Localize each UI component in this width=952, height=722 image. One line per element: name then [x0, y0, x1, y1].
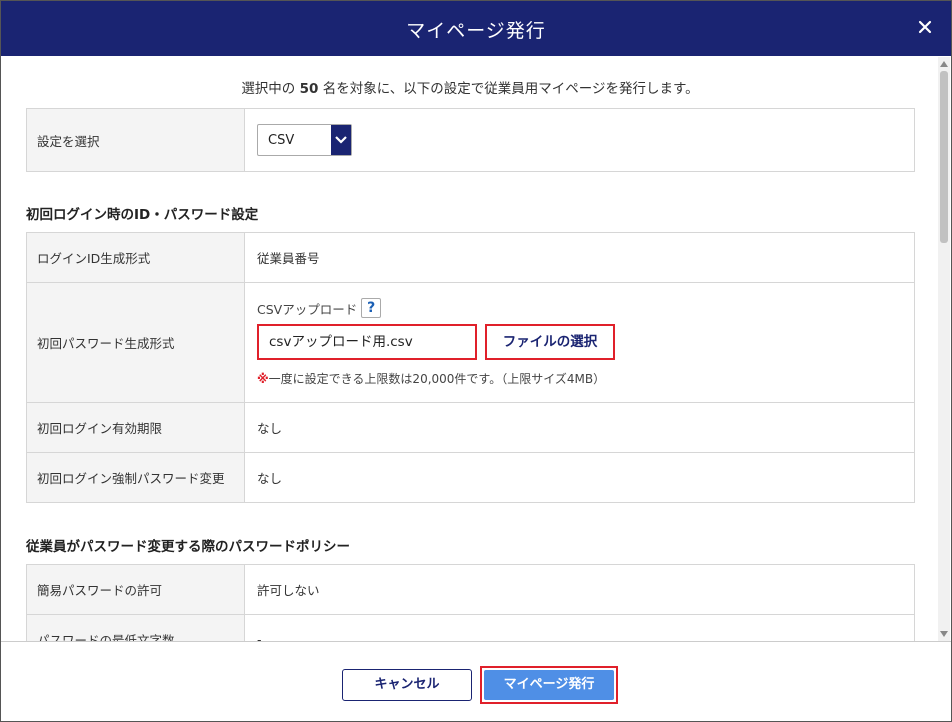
- scrollbar-thumb[interactable]: [940, 71, 948, 243]
- simple-password-value: 許可しない: [244, 564, 915, 615]
- settings-value-cell: CSV: [244, 108, 915, 172]
- selected-count: 50: [299, 81, 319, 97]
- login-id-label: ログインID生成形式: [26, 232, 245, 283]
- help-icon[interactable]: ?: [361, 298, 382, 318]
- expiry-value: なし: [244, 402, 915, 453]
- dialog-footer: キャンセル マイページ発行: [1, 641, 951, 721]
- password-format-cell: CSVアップロード? csvアップロード用.csv ファイルの選択 ※一度に設定で…: [244, 282, 915, 403]
- dialog-content[interactable]: 選択中の 50 名を対象に、以下の設定で従業員用マイページを発行します。 設定を…: [1, 57, 939, 641]
- settings-select-value: CSV: [268, 133, 295, 148]
- login-settings-table: ログインID生成形式 従業員番号 初回パスワード生成形式 CSVアップロード? …: [26, 232, 915, 503]
- upload-note: ※一度に設定できる上限数は20,000件です。（上限サイズ4MB）: [257, 370, 914, 387]
- settings-select[interactable]: CSV: [257, 124, 352, 156]
- dialog-titlebar: マイページ発行: [1, 1, 951, 56]
- policy-table: 簡易パスワードの許可 許可しない パスワードの最低文字数 -: [26, 564, 915, 641]
- intro-suffix: 名を対象に、以下の設定で従業員用マイページを発行します。: [322, 81, 699, 97]
- simple-password-label: 簡易パスワードの許可: [26, 564, 245, 615]
- settings-label: 設定を選択: [26, 108, 245, 172]
- expiry-label: 初回ログイン有効期限: [26, 402, 245, 453]
- file-select-button[interactable]: ファイルの選択: [485, 324, 615, 360]
- vertical-scrollbar[interactable]: [938, 57, 950, 641]
- note-mark: ※: [257, 372, 269, 386]
- issue-mypage-button-label: マイページ発行: [484, 670, 614, 700]
- table-row: 初回ログイン強制パスワード変更 なし: [26, 452, 915, 503]
- csv-upload-label: CSVアップロード: [257, 301, 358, 317]
- scroll-up-icon[interactable]: [940, 61, 948, 67]
- note-text: 一度に設定できる上限数は20,000件です。（上限サイズ4MB）: [268, 372, 606, 386]
- table-row: 初回ログイン有効期限 なし: [26, 402, 915, 453]
- password-format-label: 初回パスワード生成形式: [26, 282, 245, 403]
- login-section-heading: 初回ログイン時のID・パスワード設定: [26, 207, 259, 223]
- table-row: 初回パスワード生成形式 CSVアップロード? csvアップロード用.csv ファイ…: [26, 282, 915, 403]
- intro-prefix: 選択中の: [241, 81, 296, 97]
- close-icon[interactable]: [913, 15, 937, 39]
- file-name-field[interactable]: csvアップロード用.csv: [257, 324, 477, 360]
- issue-mypage-button[interactable]: マイページ発行: [480, 666, 618, 704]
- table-row: ログインID生成形式 従業員番号: [26, 232, 915, 283]
- force-change-value: なし: [244, 452, 915, 503]
- table-row: 設定を選択 CSV: [26, 108, 915, 172]
- login-id-value: 従業員番号: [244, 232, 915, 283]
- force-change-label: 初回ログイン強制パスワード変更: [26, 452, 245, 503]
- table-row: パスワードの最低文字数 -: [26, 614, 915, 641]
- policy-section-heading: 従業員がパスワード変更する際のパスワードポリシー: [26, 539, 350, 555]
- mypage-issue-dialog: マイページ発行 選択中の 50 名を対象に、以下の設定で従業員用マイページを発行…: [0, 0, 952, 722]
- settings-table: 設定を選択 CSV: [26, 108, 915, 172]
- min-length-label: パスワードの最低文字数: [26, 614, 245, 641]
- intro-text: 選択中の 50 名を対象に、以下の設定で従業員用マイページを発行します。: [1, 77, 939, 97]
- scroll-down-icon[interactable]: [940, 631, 948, 637]
- cancel-button[interactable]: キャンセル: [342, 669, 472, 701]
- table-row: 簡易パスワードの許可 許可しない: [26, 564, 915, 615]
- dialog-title: マイページ発行: [406, 20, 546, 42]
- chevron-down-icon[interactable]: [331, 125, 351, 155]
- min-length-value: -: [244, 614, 915, 641]
